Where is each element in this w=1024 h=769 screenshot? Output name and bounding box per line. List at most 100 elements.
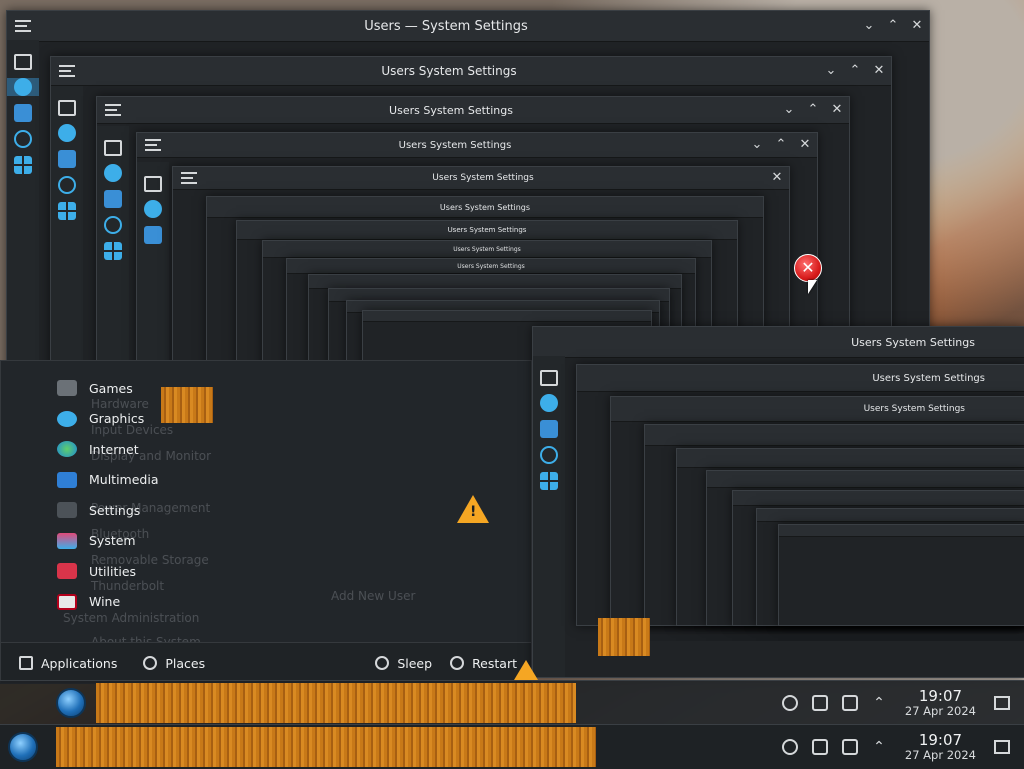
- users-icon: [104, 164, 122, 182]
- nested-title-7: Users System Settings: [453, 245, 521, 253]
- clipboard-icon[interactable]: [812, 695, 829, 711]
- accessibility-icon: [58, 176, 76, 194]
- nested-title-4: Users System Settings: [432, 173, 534, 183]
- ghost-text: Input Devices: [91, 423, 174, 437]
- error-icon: ✕: [794, 254, 822, 282]
- users-icon[interactable]: [14, 78, 32, 96]
- close-button: ✕: [831, 102, 843, 117]
- restart-button[interactable]: Restart: [450, 656, 517, 671]
- tray-expand-icon[interactable]: ⌃: [873, 695, 885, 711]
- minimize-button: ⌄: [751, 137, 763, 152]
- window-menu-icon: [181, 172, 197, 184]
- places-tab[interactable]: Places: [143, 656, 205, 671]
- category-label: Multimedia: [89, 472, 159, 488]
- clock[interactable]: 19:07 27 Apr 2024: [905, 688, 976, 717]
- window-menu-icon[interactable]: [15, 20, 31, 32]
- clipboard-icon[interactable]: [812, 739, 829, 755]
- category-label: Games: [89, 380, 133, 396]
- nested-title-3: Users System Settings: [398, 139, 512, 151]
- accessibility-icon[interactable]: [14, 130, 32, 148]
- settings-icon: [57, 502, 77, 519]
- maximize-button[interactable]: ⌃: [881, 12, 905, 40]
- nested-titlebar-br-8: [757, 509, 1024, 522]
- category-list: Games Graphics Internet Multimedia Setti…: [57, 373, 277, 617]
- home-icon: [144, 176, 162, 192]
- show-desktop-button[interactable]: [994, 696, 1010, 710]
- clock[interactable]: 19:07 27 Apr 2024: [905, 732, 976, 761]
- applications-grid-icon: [58, 202, 76, 220]
- nested-title-br-2: Users System Settings: [872, 372, 985, 384]
- nested-titlebar-br-9: [779, 525, 1024, 537]
- accessibility-icon: [104, 216, 122, 234]
- window-titlebar[interactable]: Users — System Settings ⌄ ⌃ ✕: [7, 11, 929, 42]
- nested-sidebar-2: [97, 126, 129, 387]
- users-icon: [58, 124, 76, 142]
- feedback-icon: [104, 190, 122, 208]
- graphics-icon: [57, 410, 77, 427]
- home-icon: [540, 370, 558, 386]
- start-menu-button[interactable]: [8, 732, 38, 762]
- show-desktop-button[interactable]: [994, 740, 1010, 754]
- taskbar-ghost: ⌃ 19:07 27 Apr 2024: [0, 680, 1024, 725]
- glitch-strip: [598, 618, 650, 656]
- nested-titlebar-br-1: Users System Settings: [533, 327, 1024, 358]
- settings-sidebar: [7, 40, 39, 391]
- wine-icon: [57, 593, 77, 610]
- close-button: ✕: [873, 63, 885, 78]
- feedback-icon[interactable]: [14, 104, 32, 122]
- taskbar-strip: [96, 683, 576, 723]
- nested-titlebar-4: Users System Settings ✕: [173, 167, 789, 190]
- nested-window-br-9: [778, 524, 1024, 626]
- nested-sidebar-1: [51, 86, 83, 387]
- applications-grid-icon: [540, 472, 558, 490]
- nested-titlebar-6: Users System Settings: [237, 221, 737, 240]
- apps-grid-icon: [19, 656, 33, 670]
- minimize-button: ⌄: [825, 63, 837, 78]
- tray-expand-icon[interactable]: ⌃: [873, 739, 885, 755]
- home-icon: [104, 140, 122, 156]
- applications-grid-icon[interactable]: [14, 156, 32, 174]
- nested-title-1: Users System Settings: [381, 64, 517, 78]
- places-label: Places: [165, 655, 206, 671]
- sleep-button[interactable]: Sleep: [375, 656, 432, 671]
- applications-tab[interactable]: Applications: [19, 656, 117, 671]
- category-games[interactable]: Games: [57, 373, 277, 404]
- volume-icon[interactable]: [842, 695, 859, 711]
- nested-title-5: Users System Settings: [439, 202, 531, 212]
- nested-titlebar-br-7: [733, 491, 1024, 506]
- system-icon: [57, 532, 77, 549]
- nested-titlebar-1: Users System Settings ⌄ ⌃ ✕: [51, 57, 891, 86]
- application-launcher[interactable]: Games Graphics Internet Multimedia Setti…: [0, 360, 532, 684]
- ghost-text: System Administration: [63, 611, 200, 625]
- applications-grid-icon: [104, 242, 122, 260]
- restart-icon: [450, 656, 465, 670]
- category-multimedia[interactable]: Multimedia: [57, 465, 277, 496]
- nested-title-8: Users System Settings: [457, 262, 525, 270]
- maximize-button: ⌃: [775, 137, 787, 152]
- ghost-text: Hardware: [91, 397, 149, 411]
- close-button: ✕: [799, 137, 811, 152]
- home-icon[interactable]: [14, 54, 32, 70]
- minimize-button: ⌄: [783, 102, 795, 117]
- nested-titlebar-br-4: [645, 425, 1024, 446]
- ghost-text: Power Management: [91, 501, 211, 515]
- nested-titlebar-9: [309, 275, 681, 289]
- minimize-button[interactable]: ⌄: [857, 12, 881, 40]
- users-icon: [540, 394, 558, 412]
- network-icon[interactable]: [782, 739, 799, 755]
- close-button[interactable]: ✕: [905, 12, 929, 40]
- ghost-text: Removable Storage: [91, 553, 209, 567]
- category-system[interactable]: System: [57, 526, 277, 557]
- nested-titlebar-12: [363, 311, 651, 322]
- feedback-icon: [144, 226, 162, 244]
- volume-icon[interactable]: [842, 739, 859, 755]
- network-icon[interactable]: [782, 695, 799, 711]
- start-menu-button[interactable]: [56, 688, 86, 718]
- maximize-button: ⌃: [807, 102, 819, 117]
- globe-icon: [57, 441, 77, 458]
- mouse-cursor: [808, 280, 817, 294]
- nested-sidebar-br-1: [533, 356, 565, 677]
- ghost-text: Bluetooth: [91, 527, 150, 541]
- nested-titlebar-br-5: [677, 449, 1024, 468]
- window-menu-icon: [145, 139, 161, 151]
